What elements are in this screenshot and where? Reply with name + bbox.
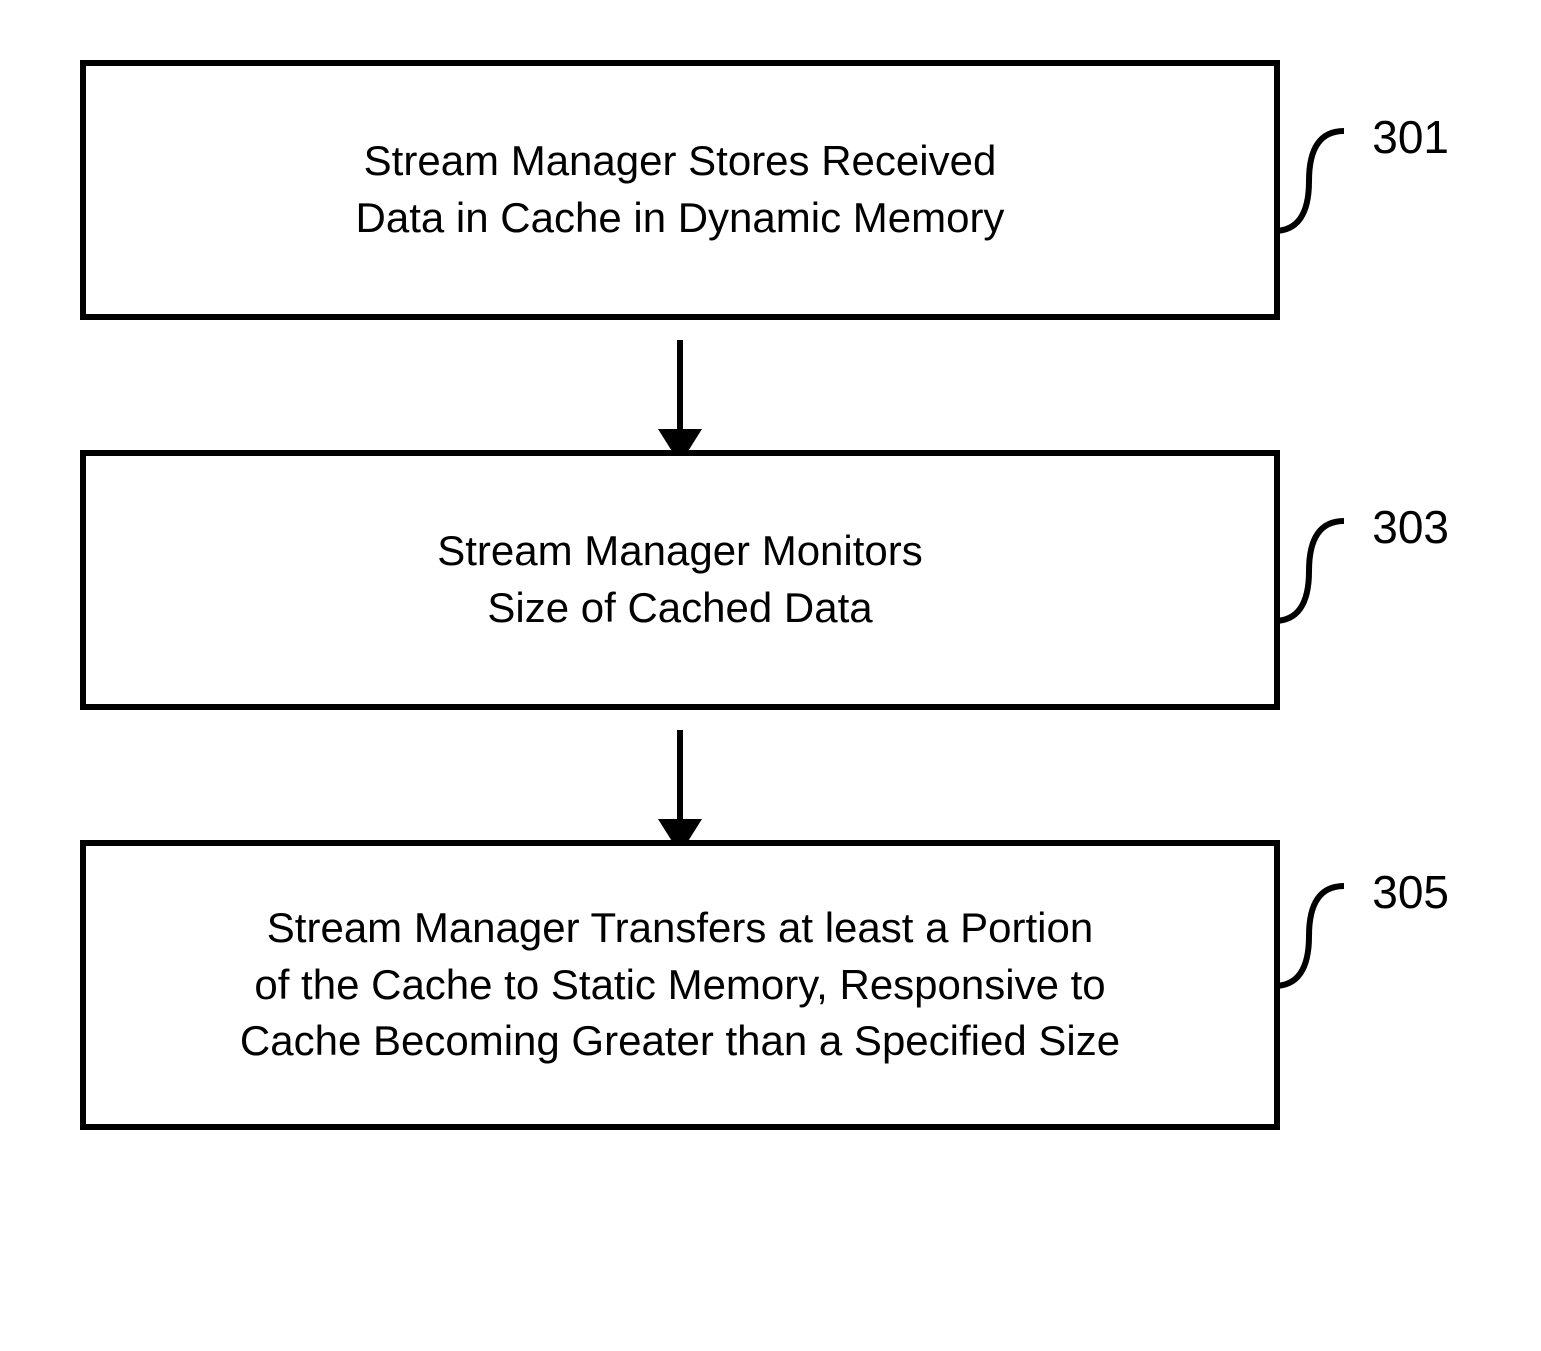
- step-label: 301: [1372, 106, 1449, 168]
- flow-step-301: Stream Manager Stores Received Data in C…: [80, 60, 1280, 320]
- arrow-container: [80, 710, 1280, 840]
- step-label: 305: [1372, 861, 1449, 923]
- arrow-container: [80, 320, 1280, 450]
- step-text: Stream Manager Stores Received Data in C…: [356, 133, 1005, 246]
- flow-step-303: Stream Manager Monitors Size of Cached D…: [80, 450, 1280, 710]
- step-text: Stream Manager Transfers at least a Port…: [240, 900, 1120, 1070]
- step-label: 303: [1372, 496, 1449, 558]
- connector-curve-icon: [1274, 516, 1349, 626]
- connector-curve-icon: [1274, 881, 1349, 991]
- connector-curve-icon: [1274, 126, 1349, 236]
- arrow-down-icon: [677, 340, 683, 430]
- step-text: Stream Manager Monitors Size of Cached D…: [437, 523, 923, 636]
- arrow-down-icon: [677, 730, 683, 820]
- flowchart-container: Stream Manager Stores Received Data in C…: [80, 60, 1460, 1130]
- flow-step-305: Stream Manager Transfers at least a Port…: [80, 840, 1280, 1130]
